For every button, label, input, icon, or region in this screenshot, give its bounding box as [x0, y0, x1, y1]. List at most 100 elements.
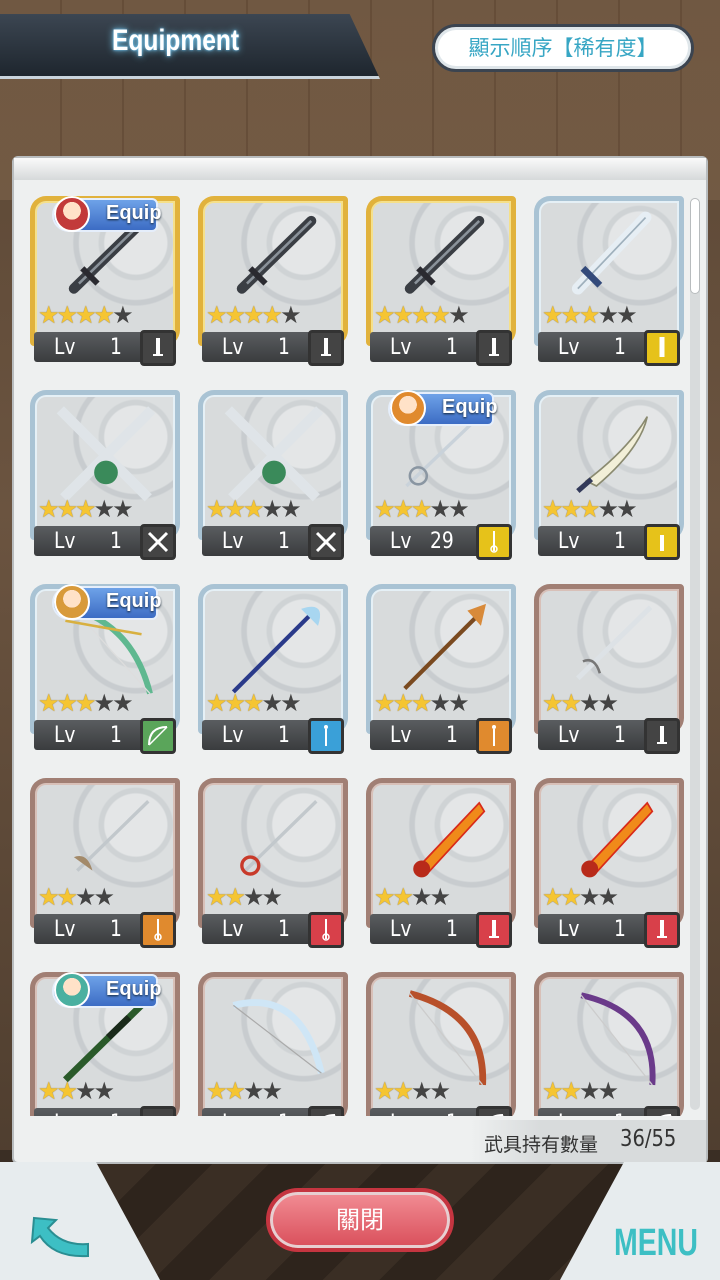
level-value: 1	[110, 335, 122, 360]
level-value: 1	[446, 723, 458, 748]
level-bar	[370, 1108, 488, 1116]
weapon-card[interactable]: ★★★★Lv1	[198, 972, 351, 1116]
scrollbar-track[interactable]	[690, 198, 700, 1110]
star-filled-icon: ★	[392, 301, 414, 329]
dual-blades-type-icon	[308, 524, 344, 560]
level-value: 1	[278, 335, 290, 360]
bow-purple-icon	[580, 992, 656, 1086]
star-filled-icon: ★	[75, 495, 96, 523]
dual-blades-type-icon	[140, 524, 176, 560]
star-filled-icon: ★	[579, 301, 600, 329]
star-filled-icon: ★	[206, 883, 227, 911]
weapon-card[interactable]: ★★★★★ Lv 1	[534, 390, 687, 560]
weapon-card[interactable]: ★★★★★ Lv 29 Equip	[366, 390, 519, 560]
character-avatar	[54, 196, 90, 232]
scrollbar-thumb[interactable]	[690, 198, 700, 294]
star-filled-icon: ★	[429, 301, 451, 329]
weapon-card[interactable]: ★★★★Lv1	[534, 584, 687, 754]
star-empty-icon: ★	[75, 1077, 96, 1105]
star-empty-icon: ★	[93, 1077, 115, 1105]
rarity-stars: ★★★★★	[374, 301, 470, 329]
weapon-card[interactable]: ★★★★★ Lv 1	[534, 196, 687, 366]
weapon-card[interactable]: ★★★★★ Lv 1	[198, 390, 351, 560]
star-filled-icon: ★	[224, 301, 246, 329]
weapon-card[interactable]: ★★★★Lv1	[198, 778, 351, 948]
one-handed-sword-type-icon	[644, 718, 680, 754]
star-empty-icon: ★	[448, 495, 469, 523]
level-value: 1	[614, 529, 626, 554]
star-empty-icon: ★	[597, 883, 619, 911]
level-value: 1	[110, 917, 122, 942]
rarity-stars: ★★★★★	[374, 689, 470, 717]
level-bar	[370, 914, 488, 944]
level-bar	[34, 1108, 152, 1116]
weapon-card[interactable]: ★★★★★ Lv 1 Equip	[30, 584, 183, 754]
weapon-card[interactable]: ★★★★★ Lv 1	[366, 584, 519, 754]
menu-button[interactable]: MENU	[614, 1222, 698, 1265]
weapon-card[interactable]: ★★★★★ Lv 1	[366, 196, 519, 366]
weapon-card[interactable]: ★★★★★ Lv 1	[198, 196, 351, 366]
weapon-card[interactable]: ★★★★Lv1	[534, 778, 687, 948]
weapon-card[interactable]: ★★★★★ Lv 1 Equip	[30, 196, 183, 366]
weapon-card[interactable]: ★★★★Lv1Equip	[30, 972, 183, 1116]
rarity-stars: ★★★★★	[542, 301, 638, 329]
star-empty-icon: ★	[112, 689, 133, 717]
star-filled-icon: ★	[206, 301, 227, 329]
star-filled-icon: ★	[560, 1077, 582, 1105]
rarity-stars: ★★★★	[542, 1077, 619, 1105]
star-filled-icon: ★	[374, 301, 395, 329]
star-empty-icon: ★	[280, 301, 301, 329]
one-handed-sword-type-icon	[476, 330, 512, 366]
star-empty-icon: ★	[429, 689, 451, 717]
level-value: 1	[614, 1111, 626, 1116]
level-value: 1	[614, 335, 626, 360]
rarity-stars: ★★★★	[206, 883, 283, 911]
level-value: 1	[278, 1111, 290, 1116]
star-empty-icon: ★	[429, 495, 451, 523]
level-bar	[202, 720, 320, 750]
staff-type-icon	[308, 718, 344, 754]
weapon-count-value: 36/55	[620, 1126, 677, 1152]
star-filled-icon: ★	[38, 1077, 59, 1105]
bow-type-icon	[308, 1106, 344, 1116]
weapon-card[interactable]: ★★★★★ Lv 1	[30, 390, 183, 560]
level-bar	[370, 526, 488, 556]
level-bar	[202, 1108, 320, 1116]
level-label: Lv	[222, 1111, 243, 1116]
close-button[interactable]: 關閉	[266, 1188, 454, 1252]
level-label: Lv	[558, 917, 580, 942]
star-filled-icon: ★	[560, 689, 582, 717]
star-filled-icon: ★	[542, 883, 563, 911]
scimitar-icon	[576, 416, 649, 493]
back-arrow-icon[interactable]	[28, 1212, 94, 1264]
star-filled-icon: ★	[206, 689, 227, 717]
sword-light-icon	[571, 211, 652, 295]
star-filled-icon: ★	[75, 689, 96, 717]
star-filled-icon: ★	[224, 1077, 246, 1105]
star-empty-icon: ★	[75, 883, 96, 911]
level-label: Lv	[222, 723, 244, 748]
star-filled-icon: ★	[261, 301, 283, 329]
staff-type-icon	[476, 718, 512, 754]
equipment-grid-viewport[interactable]: ★★★★★ Lv 1 Equip ★★★★★ Lv 1 ★★★★★ Lv 1 ★★★★★ Lv 1 ★★★…	[14, 180, 706, 1116]
weapon-card[interactable]: ★★★★Lv1	[366, 778, 519, 948]
one-handed-sword-type-icon	[476, 912, 512, 948]
star-empty-icon: ★	[429, 883, 451, 911]
star-filled-icon: ★	[392, 495, 414, 523]
star-filled-icon: ★	[560, 301, 582, 329]
level-value: 1	[614, 917, 626, 942]
rarity-stars: ★★★★	[374, 883, 451, 911]
level-bar	[202, 914, 320, 944]
level-bar	[538, 1108, 656, 1116]
equip-label: Equip	[106, 202, 162, 224]
character-avatar	[54, 584, 90, 620]
weapon-card[interactable]: ★★★★★ Lv 1	[198, 584, 351, 754]
star-empty-icon: ★	[597, 1077, 619, 1105]
weapon-card[interactable]: ★★★★Lv1	[30, 778, 183, 948]
staff-orange-icon	[403, 603, 486, 690]
level-bar	[34, 526, 152, 556]
weapon-card[interactable]: ★★★★Lv1	[534, 972, 687, 1116]
sort-order-button[interactable]: 顯示順序【稀有度】	[432, 24, 694, 72]
star-filled-icon: ★	[38, 301, 59, 329]
weapon-card[interactable]: ★★★★Lv1	[366, 972, 519, 1116]
